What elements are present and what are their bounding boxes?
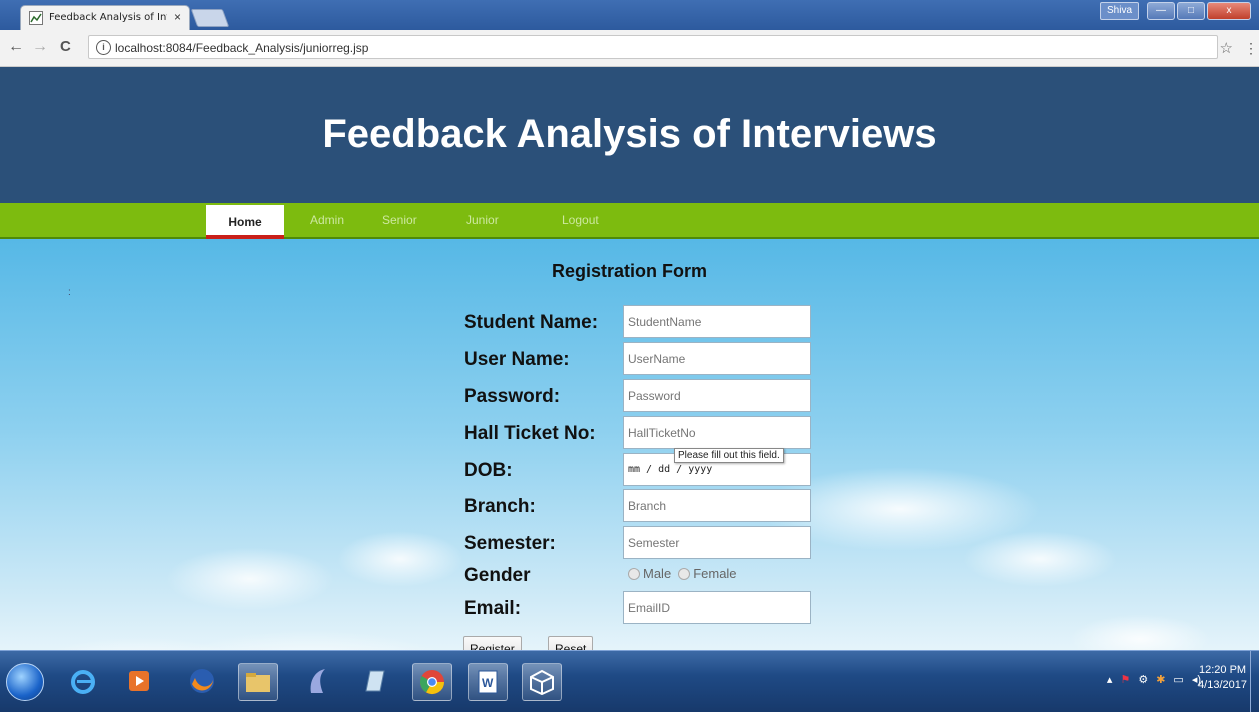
- password-input[interactable]: [623, 379, 811, 412]
- new-tab-button[interactable]: [190, 9, 230, 27]
- user-name-label: User Name:: [464, 349, 570, 370]
- site-header: Feedback Analysis of Interviews: [0, 67, 1259, 203]
- stray-mark: :: [68, 287, 71, 298]
- male-radio[interactable]: [628, 567, 640, 580]
- branch-input[interactable]: [623, 489, 811, 522]
- browser-toolbar: ← → C i localhost:8084/Feedback_Analysis…: [0, 30, 1259, 67]
- reset-button[interactable]: Reset: [548, 636, 594, 650]
- profile-badge[interactable]: Shiva: [1099, 2, 1139, 20]
- tray-expand-icon[interactable]: ▴: [1107, 673, 1113, 686]
- browser-tabstrip: Feedback Analysis of Inte × Shiva — □ x: [0, 0, 1259, 30]
- internet-explorer-icon[interactable]: [64, 663, 102, 699]
- system-tray: ▴ ⚑ ⚙ ✱ ▭ ◂): [1107, 673, 1201, 686]
- minimize-button[interactable]: —: [1147, 2, 1175, 20]
- female-radio-label: Female: [693, 566, 737, 581]
- nav-item-admin[interactable]: Admin: [310, 213, 344, 227]
- virtualbox-cube-icon[interactable]: [522, 663, 562, 701]
- notepad-app-icon[interactable]: [356, 663, 394, 699]
- action-center-flag-icon[interactable]: ⚑: [1120, 673, 1130, 686]
- nav-item-junior[interactable]: Junior: [466, 213, 499, 227]
- show-desktop-button[interactable]: [1250, 651, 1259, 712]
- browser-menu-icon[interactable]: ⋮: [1244, 40, 1258, 57]
- gender-radio-group: Male Female: [628, 566, 737, 581]
- clock-date: 4/13/2017: [1198, 679, 1247, 691]
- user-name-input[interactable]: [623, 342, 811, 375]
- media-player-icon[interactable]: [120, 663, 158, 699]
- site-title: Feedback Analysis of Interviews: [322, 112, 937, 156]
- semester-label: Semester:: [464, 533, 556, 554]
- register-button[interactable]: Register: [463, 636, 522, 650]
- form-title: Registration Form: [551, 261, 707, 281]
- window-controls: Shiva — □ x: [1099, 2, 1251, 20]
- file-explorer-icon[interactable]: [238, 663, 278, 701]
- nav-item-senior[interactable]: Senior: [382, 213, 417, 227]
- nav-item-logout[interactable]: Logout: [562, 213, 599, 227]
- address-bar[interactable]: i localhost:8084/Feedback_Analysis/junio…: [88, 35, 1233, 59]
- chrome-icon[interactable]: [412, 663, 452, 701]
- male-radio-label: Male: [643, 566, 672, 581]
- firefox-icon[interactable]: [183, 663, 221, 699]
- site-info-icon[interactable]: i: [96, 40, 111, 55]
- close-window-button[interactable]: x: [1207, 2, 1251, 20]
- student-name-label: Student Name:: [464, 312, 599, 333]
- maximize-button[interactable]: □: [1177, 2, 1205, 20]
- start-button[interactable]: [6, 663, 44, 701]
- reload-icon[interactable]: C: [60, 38, 71, 55]
- display-icon[interactable]: ▭: [1173, 673, 1183, 686]
- email-input[interactable]: [623, 591, 811, 624]
- validation-tooltip: Please fill out this field.: [674, 448, 784, 463]
- semester-input[interactable]: [623, 526, 811, 559]
- page-content: : Registration Form Student Name: User N…: [0, 239, 1259, 650]
- nav-item-home[interactable]: Home: [206, 205, 284, 239]
- forward-arrow-icon[interactable]: →: [32, 38, 48, 56]
- svg-text:W: W: [482, 676, 494, 690]
- app-tray-icon[interactable]: ✱: [1156, 673, 1165, 686]
- hall-ticket-label: Hall Ticket No:: [464, 423, 596, 444]
- student-name-input[interactable]: [623, 305, 811, 338]
- female-radio[interactable]: [678, 567, 691, 580]
- windows-taskbar: W ▴ ⚑ ⚙ ✱ ▭ ◂) 12:20 PM 4/13/2017: [0, 650, 1259, 712]
- email-label: Email:: [464, 598, 522, 619]
- network-icon[interactable]: ⚙: [1138, 673, 1148, 686]
- hall-ticket-input[interactable]: [623, 416, 811, 449]
- dob-label: DOB:: [464, 460, 513, 481]
- gender-label: Gender: [464, 565, 531, 586]
- main-nav: Home Admin Senior Junior Logout: [0, 203, 1259, 239]
- dolphin-app-icon[interactable]: [298, 663, 336, 699]
- password-label: Password:: [464, 386, 561, 407]
- back-arrow-icon[interactable]: ←: [8, 38, 24, 56]
- tab-close-icon[interactable]: ×: [174, 10, 181, 24]
- page-favicon-icon: [29, 11, 43, 25]
- clock-time: 12:20 PM: [1198, 664, 1247, 676]
- tab-title: Feedback Analysis of Inte: [49, 12, 167, 23]
- url-text: localhost:8084/Feedback_Analysis/juniorr…: [115, 41, 369, 55]
- browser-tab[interactable]: Feedback Analysis of Inte ×: [20, 5, 190, 30]
- word-icon[interactable]: W: [468, 663, 508, 701]
- bookmark-star-icon[interactable]: ☆: [1220, 39, 1233, 57]
- system-clock[interactable]: 12:20 PM 4/13/2017: [1198, 663, 1247, 693]
- branch-label: Branch:: [464, 496, 536, 517]
